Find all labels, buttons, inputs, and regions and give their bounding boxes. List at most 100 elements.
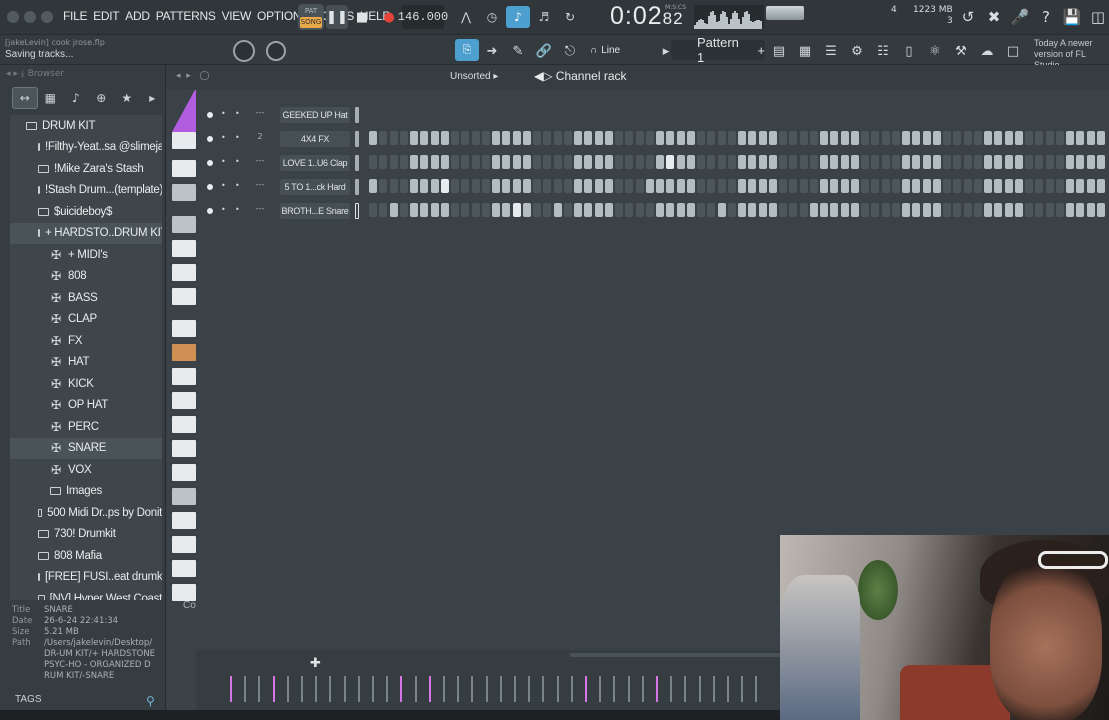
step-button[interactable] xyxy=(891,179,900,193)
step-button[interactable] xyxy=(512,179,521,193)
step-button[interactable] xyxy=(738,203,746,217)
step-button[interactable] xyxy=(512,203,521,217)
step-button[interactable] xyxy=(1066,155,1074,169)
channel-volume-knob[interactable]: • xyxy=(235,205,245,215)
all-files-icon[interactable]: ↔ xyxy=(12,87,38,109)
arrow-icon[interactable]: ➜ xyxy=(481,41,503,61)
step-button[interactable] xyxy=(779,203,787,217)
step-button[interactable] xyxy=(553,203,562,217)
step-button[interactable] xyxy=(451,203,459,217)
step-button[interactable] xyxy=(574,131,582,145)
step-button[interactable] xyxy=(553,131,562,145)
step-button[interactable] xyxy=(1014,131,1023,145)
browser-item[interactable]: ✠ OP HAT xyxy=(10,395,162,417)
step-button[interactable] xyxy=(973,155,982,169)
channel-mute-led[interactable] xyxy=(207,184,213,190)
browser-item[interactable]: ✠ FX xyxy=(10,330,162,352)
step-button[interactable] xyxy=(799,155,808,169)
timeline-marker[interactable] xyxy=(599,676,602,702)
step-button[interactable] xyxy=(727,203,736,217)
menu-add[interactable]: ADD xyxy=(122,9,152,23)
step-button[interactable] xyxy=(943,131,951,145)
step-button[interactable] xyxy=(686,203,695,217)
step-button[interactable] xyxy=(625,203,634,217)
step-button[interactable] xyxy=(533,179,541,193)
step-button[interactable] xyxy=(1076,131,1085,145)
close-window-button[interactable] xyxy=(7,11,19,23)
step-button[interactable] xyxy=(615,203,623,217)
step-button[interactable] xyxy=(666,203,675,217)
step-button[interactable] xyxy=(820,131,828,145)
step-button[interactable] xyxy=(717,179,726,193)
step-button[interactable] xyxy=(758,179,767,193)
step-button[interactable] xyxy=(522,155,531,169)
loop-record-icon[interactable]: ↻ xyxy=(558,6,582,28)
step-button[interactable] xyxy=(1025,155,1033,169)
step-button[interactable] xyxy=(379,155,388,169)
step-button[interactable] xyxy=(871,179,880,193)
step-button[interactable] xyxy=(645,131,654,145)
step-button[interactable] xyxy=(789,179,798,193)
step-button[interactable] xyxy=(625,179,634,193)
step-button[interactable] xyxy=(738,155,746,169)
step-button[interactable] xyxy=(912,155,921,169)
project-icon[interactable]: ▯ xyxy=(898,41,920,61)
timeline-marker[interactable] xyxy=(286,676,289,702)
timeline-marker[interactable] xyxy=(514,676,516,702)
channel-color-key[interactable] xyxy=(172,416,196,433)
step-button[interactable] xyxy=(809,179,818,193)
step-button[interactable] xyxy=(522,179,531,193)
step-button[interactable] xyxy=(963,155,972,169)
step-button[interactable] xyxy=(686,155,695,169)
step-button[interactable] xyxy=(502,155,511,169)
step-button[interactable] xyxy=(492,203,500,217)
step-button[interactable] xyxy=(840,179,849,193)
step-button[interactable] xyxy=(615,155,623,169)
timeline-marker[interactable] xyxy=(272,676,275,702)
step-button[interactable] xyxy=(645,203,654,217)
step-button[interactable] xyxy=(891,155,900,169)
step-button[interactable] xyxy=(481,131,490,145)
step-button[interactable] xyxy=(625,131,634,145)
step-button[interactable] xyxy=(533,203,541,217)
step-button[interactable] xyxy=(430,155,439,169)
browser-item[interactable]: !Filthy-Yeat..sa @slimejax xyxy=(10,137,162,159)
step-button[interactable] xyxy=(584,203,593,217)
snap-selector[interactable]: ∩ Line xyxy=(590,41,650,59)
timeline-marker[interactable] xyxy=(570,676,573,702)
step-button[interactable] xyxy=(902,155,910,169)
step-button[interactable] xyxy=(1014,179,1023,193)
timeline-marker[interactable] xyxy=(372,676,374,702)
brush-icon[interactable]: ✎ xyxy=(507,41,529,61)
step-button[interactable] xyxy=(932,155,941,169)
step-button[interactable] xyxy=(1096,203,1105,217)
step-button[interactable] xyxy=(379,179,388,193)
step-button[interactable] xyxy=(707,155,716,169)
step-button[interactable] xyxy=(830,179,839,193)
step-button[interactable] xyxy=(461,179,470,193)
step-button[interactable] xyxy=(481,155,490,169)
step-button[interactable] xyxy=(871,155,880,169)
timeline-marker[interactable] xyxy=(244,676,247,702)
browser-item[interactable]: ✠ VOX xyxy=(10,459,162,481)
step-button[interactable] xyxy=(850,131,859,145)
step-button[interactable] xyxy=(574,155,582,169)
playlist-icon[interactable]: ▤ xyxy=(768,41,790,61)
step-button[interactable] xyxy=(594,131,603,145)
step-button[interactable] xyxy=(953,203,962,217)
step-button[interactable] xyxy=(686,179,695,193)
step-button[interactable] xyxy=(768,179,777,193)
step-button[interactable] xyxy=(697,131,705,145)
step-button[interactable] xyxy=(758,155,767,169)
render-icon[interactable]: ◫ xyxy=(1087,6,1109,28)
channel-color-key[interactable] xyxy=(172,264,196,281)
step-button[interactable] xyxy=(799,179,808,193)
step-button[interactable] xyxy=(717,203,726,217)
step-button[interactable] xyxy=(471,131,480,145)
step-button[interactable] xyxy=(984,203,992,217)
step-button[interactable] xyxy=(830,131,839,145)
add-icon[interactable]: ✚ xyxy=(310,656,321,671)
step-button[interactable] xyxy=(584,155,593,169)
step-button[interactable] xyxy=(481,203,490,217)
step-button[interactable] xyxy=(840,155,849,169)
